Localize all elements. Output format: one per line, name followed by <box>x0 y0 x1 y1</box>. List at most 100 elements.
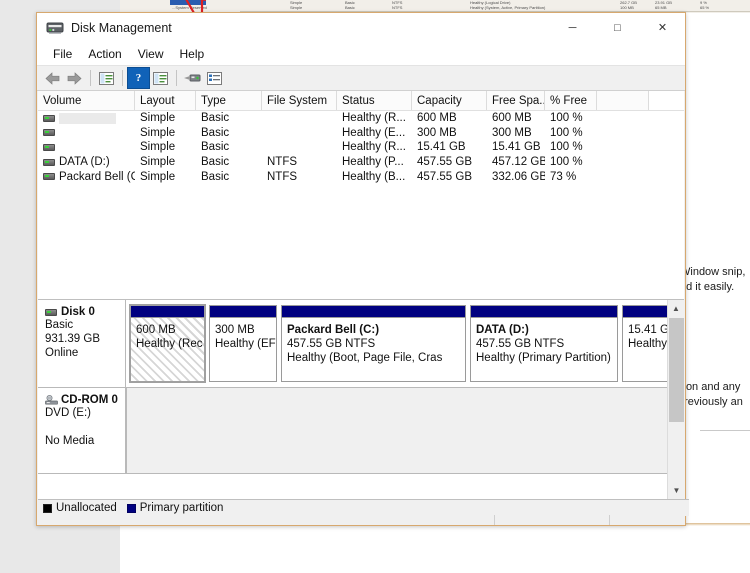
partition-body: Packard Bell (C:) 457.55 GB NTFS Healthy… <box>282 318 465 381</box>
forward-button[interactable] <box>64 68 85 88</box>
title-bar[interactable]: Disk Management ─ □ ✕ <box>37 13 685 43</box>
cell-capacity: 457.55 GB <box>417 170 472 183</box>
disk-management-window: Disk Management ─ □ ✕ File Action View H… <box>36 12 689 526</box>
volume-name <box>59 112 116 124</box>
unallocated-swatch <box>43 503 52 513</box>
cdrom-empty-area[interactable] <box>126 388 667 473</box>
scroll-up-button[interactable]: ▲ <box>668 300 684 317</box>
cell-free-space: 300 MB <box>492 126 532 139</box>
column-header-file-system[interactable]: File System <box>262 91 337 110</box>
cdrom-spacer <box>45 420 119 434</box>
cdrom-letter: DVD (E:) <box>45 407 91 419</box>
partition-status: Healthy (EF <box>215 338 276 350</box>
partition-body: DATA (D:) 457.55 GB NTFS Healthy (Primar… <box>471 318 617 381</box>
volume-list-body: Simple Basic Healthy (R... 600 MB 600 MB… <box>38 111 684 184</box>
chevron-down-icon: ▼ <box>672 486 681 495</box>
column-header-capacity[interactable]: Capacity <box>412 91 487 110</box>
menu-item-help[interactable]: Help <box>172 45 213 63</box>
legend-item-primary-partition: Primary partition <box>126 502 223 514</box>
background-strip-cell: NTFS <box>392 5 403 10</box>
close-button[interactable]: ✕ <box>640 13 685 43</box>
cell-free-space: 457.12 GB <box>492 156 545 169</box>
graphical-view-content: Disk 0 Basic 931.39 GB Online 600 MB Hea… <box>38 300 684 499</box>
cell-layout: Simple <box>140 156 176 169</box>
show-detail-button[interactable] <box>204 68 225 88</box>
table-row[interactable]: Simple Basic Healthy (R... 15.41 GB 15.4… <box>38 140 684 155</box>
partition-title: Packard Bell (C:) <box>287 324 380 336</box>
rescan-disks-button[interactable] <box>182 68 203 88</box>
cell-free-space: 15.41 GB <box>492 141 541 154</box>
volume-name: Packard Bell (C:) <box>59 170 135 183</box>
toolbar-separator <box>122 70 123 86</box>
cdrom-name: CD-ROM 0 <box>61 394 118 406</box>
cell-percent-free: 73 % <box>550 170 577 183</box>
table-row[interactable]: DATA (D:) Simple Basic NTFS Healthy (P..… <box>38 155 684 170</box>
graphical-view-scrollbar[interactable]: ▲ ▼ <box>667 300 684 499</box>
disk-block-disk0[interactable]: Disk 0 Basic 931.39 GB Online 600 MB Hea… <box>38 300 684 388</box>
column-header-volume[interactable]: Volume <box>38 91 135 110</box>
column-header-extra[interactable] <box>597 91 649 110</box>
scroll-down-button[interactable]: ▼ <box>668 482 684 499</box>
partition-title: DATA (D:) <box>476 324 529 336</box>
partition-efi-300mb[interactable]: 300 MB Healthy (EF <box>209 305 277 382</box>
background-line: Window snip, <box>680 266 746 278</box>
cell-status: Healthy (P... <box>342 156 404 169</box>
status-cell-3 <box>609 515 684 525</box>
partition-size: 457.55 GB NTFS <box>476 338 565 350</box>
cell-layout: Simple <box>140 126 176 139</box>
graphical-view-pane: Disk 0 Basic 931.39 GB Online 600 MB Hea… <box>38 300 684 499</box>
partition-packard-bell-c[interactable]: Packard Bell (C:) 457.55 GB NTFS Healthy… <box>281 305 466 382</box>
cell-percent-free: 100 % <box>550 141 583 154</box>
status-cell-main <box>38 515 494 525</box>
cell-capacity: 457.55 GB <box>417 156 472 169</box>
background-strip-cell: Basic <box>345 5 355 10</box>
cell-status: Healthy (B... <box>342 170 406 183</box>
maximize-icon: □ <box>614 21 621 34</box>
menu-item-file[interactable]: File <box>45 45 80 63</box>
partition-data-d[interactable]: DATA (D:) 457.55 GB NTFS Healthy (Primar… <box>470 305 618 382</box>
disk-size: 931.39 GB <box>45 333 100 345</box>
partition-body: 300 MB Healthy (EF <box>210 318 276 381</box>
table-row[interactable]: Simple Basic Healthy (R... 600 MB 600 MB… <box>38 111 684 126</box>
table-row[interactable]: Simple Basic Healthy (E... 300 MB 300 MB… <box>38 126 684 141</box>
disk-block-cdrom0[interactable]: CD-ROM 0 DVD (E:) No Media <box>38 388 667 474</box>
volume-icon <box>43 129 55 137</box>
volume-icon <box>43 173 55 181</box>
menu-item-view[interactable]: View <box>130 45 172 63</box>
disk-info-cdrom0[interactable]: CD-ROM 0 DVD (E:) No Media <box>38 388 126 473</box>
scrollbar-thumb[interactable] <box>669 318 684 422</box>
legend-label: Unallocated <box>56 502 117 514</box>
menu-bar: File Action View Help <box>37 43 685 65</box>
table-row[interactable]: Packard Bell (C:) Simple Basic NTFS Heal… <box>38 169 684 184</box>
status-bar <box>38 515 684 525</box>
column-header-status[interactable]: Status <box>337 91 412 110</box>
background-strip-cell: 100 MB <box>620 5 634 10</box>
partition-recovery-600mb[interactable]: 600 MB Healthy (Rec <box>129 304 206 383</box>
cell-capacity: 15.41 GB <box>417 141 466 154</box>
caption-buttons: ─ □ ✕ <box>550 13 685 43</box>
menu-item-action[interactable]: Action <box>80 45 129 63</box>
partition-size: 300 MB <box>215 324 255 336</box>
column-header-layout[interactable]: Layout <box>135 91 196 110</box>
partition-body: 600 MB Healthy (Rec <box>131 318 204 381</box>
back-button[interactable] <box>42 68 63 88</box>
status-cell-2 <box>494 515 609 525</box>
volume-name: DATA (D:) <box>59 156 110 169</box>
help-button[interactable]: ? <box>127 67 150 89</box>
close-icon: ✕ <box>657 21 668 34</box>
cell-free-space: 600 MB <box>492 112 532 125</box>
background-line: nd it easily. <box>680 281 735 293</box>
column-header-percent-free[interactable]: % Free <box>545 91 597 110</box>
show-hide-console-tree-button[interactable] <box>96 68 117 88</box>
column-header-type[interactable]: Type <box>196 91 262 110</box>
cell-layout: Simple <box>140 112 176 125</box>
minimize-button[interactable]: ─ <box>550 13 595 43</box>
cell-layout: Simple <box>140 141 176 154</box>
column-header-free-space[interactable]: Free Spa... <box>487 91 545 110</box>
cdrom-title-row: CD-ROM 0 <box>45 394 119 406</box>
properties-button[interactable] <box>150 68 171 88</box>
disk-info-disk0[interactable]: Disk 0 Basic 931.39 GB Online <box>38 300 126 387</box>
maximize-button[interactable]: □ <box>595 13 640 43</box>
partition-color-bar <box>471 306 617 318</box>
cell-percent-free: 100 % <box>550 126 583 139</box>
